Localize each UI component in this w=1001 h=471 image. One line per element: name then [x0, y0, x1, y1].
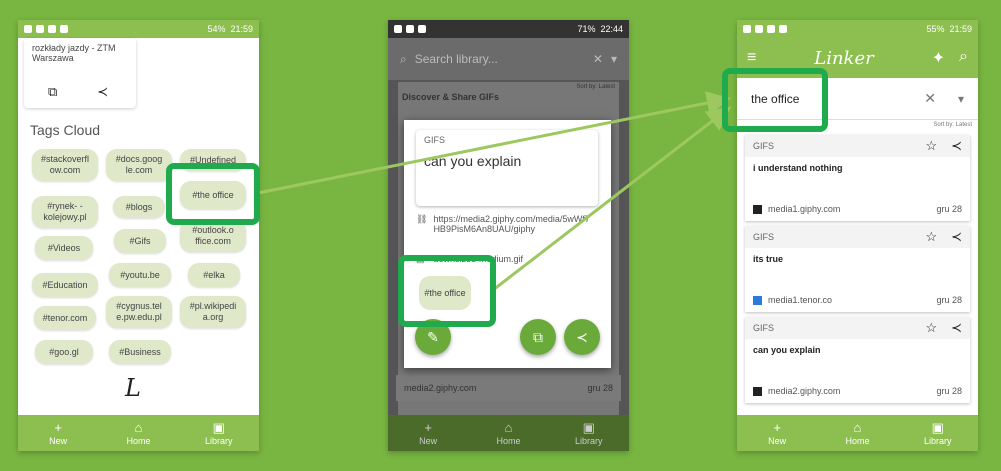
highlight-box — [398, 255, 496, 327]
highlight-box — [722, 68, 828, 132]
highlight-box — [166, 163, 260, 225]
annotation-arrows — [257, 91, 732, 292]
arrow-line — [257, 91, 731, 195]
